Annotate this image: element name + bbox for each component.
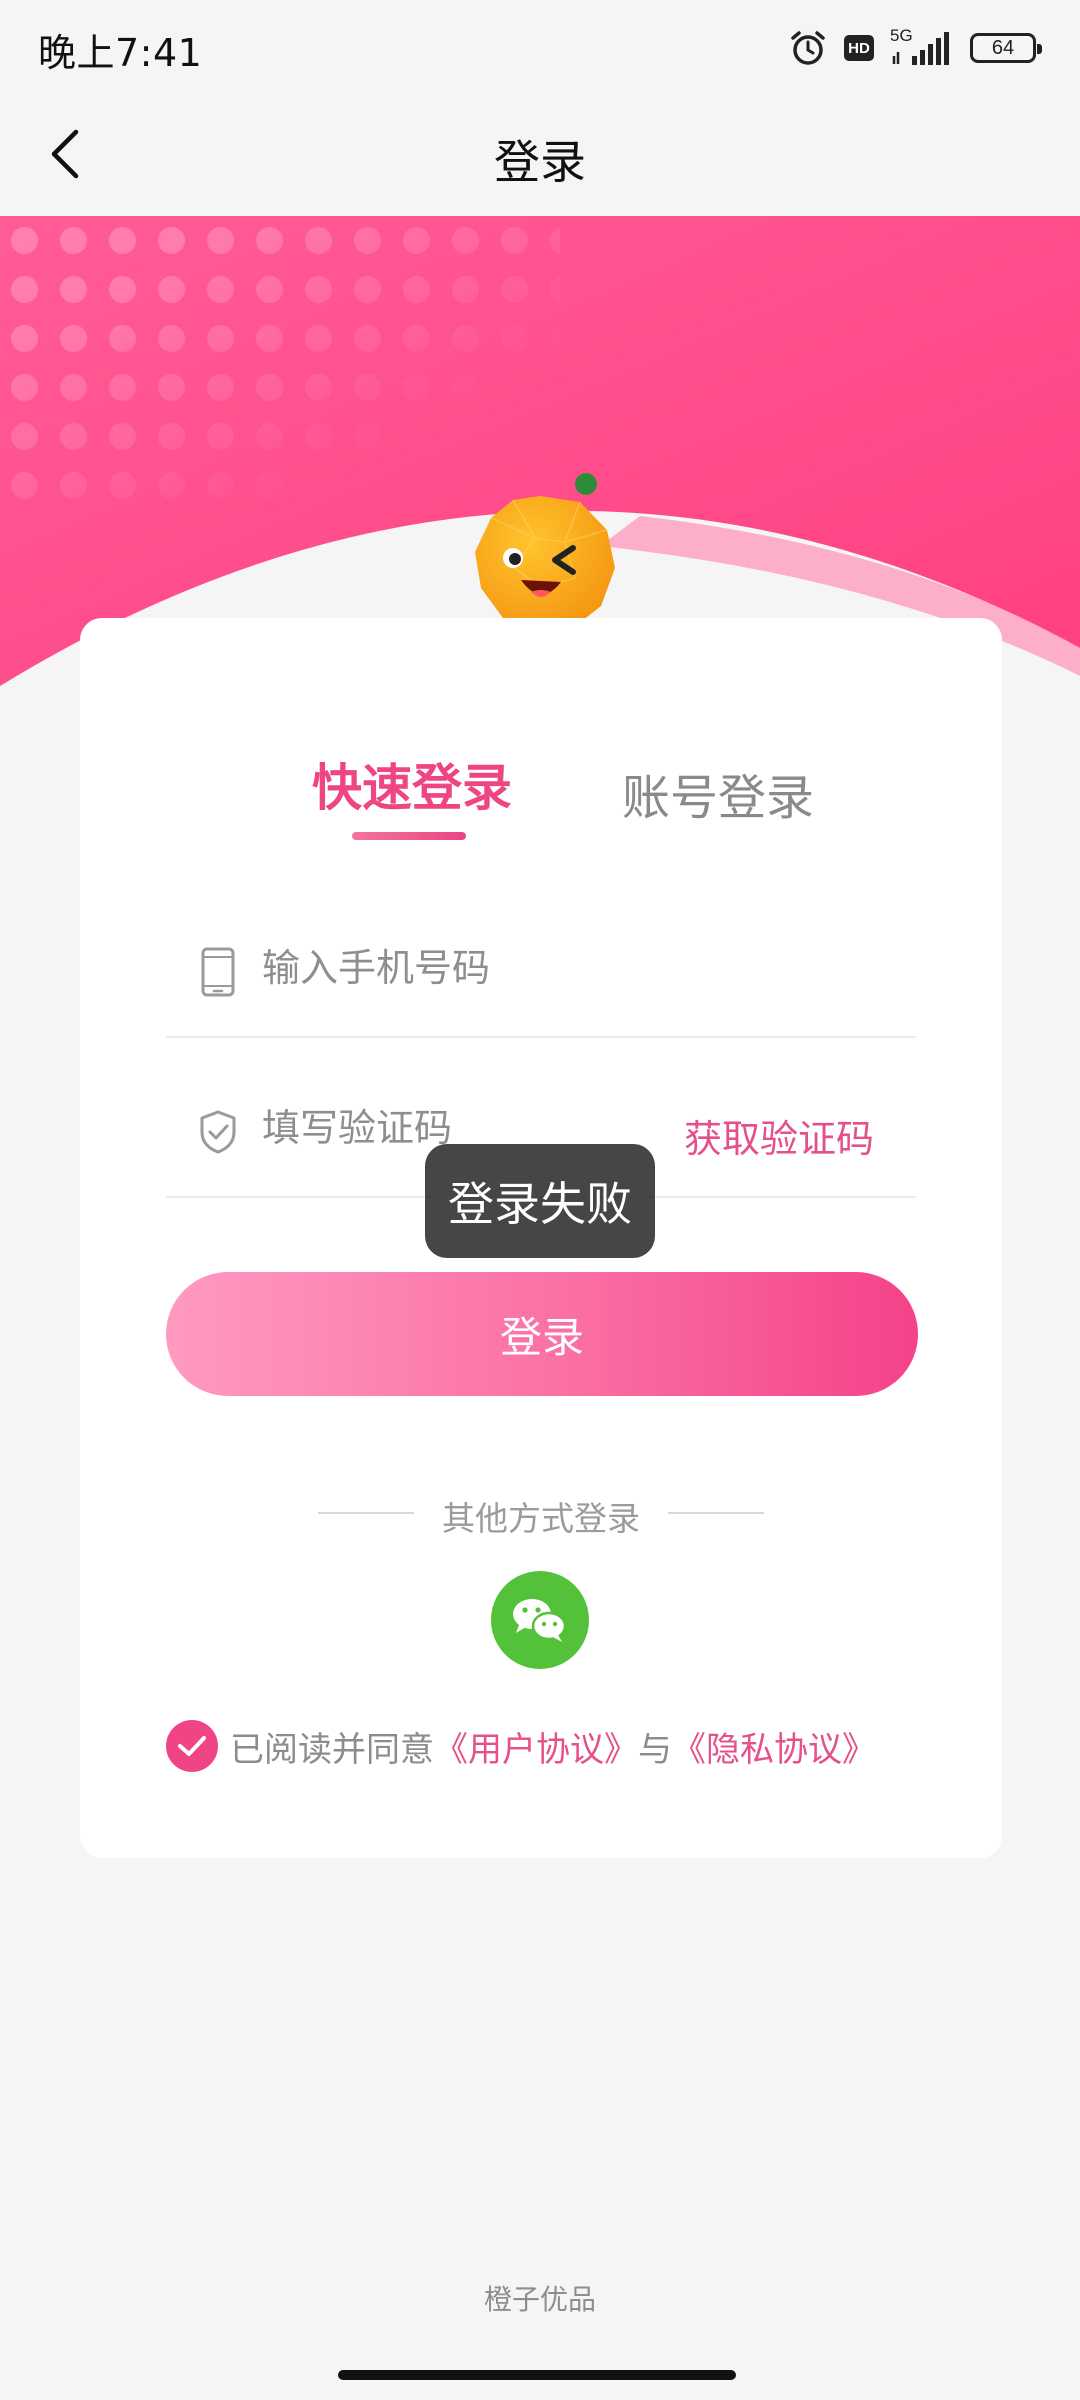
divider-line-right [668,1512,764,1514]
wechat-login-button[interactable] [491,1571,589,1669]
wechat-icon [513,1599,567,1642]
user-agreement-link[interactable]: 《用户协议》 [434,1722,638,1771]
phone-input[interactable] [262,938,782,998]
shield-icon [200,1110,236,1154]
brand-footer: 橙子优品 [483,2283,596,2316]
other-login-divider: 其他方式登录 [80,1488,1002,1538]
alarm-icon [791,31,825,65]
status-bar: 晚上7:41 HD 5G 64 [0,0,1080,96]
privacy-policy-link[interactable]: 《隐私协议》 [672,1722,876,1771]
check-icon [178,1736,206,1756]
battery-icon: 64 [970,33,1042,63]
tab-account-login[interactable]: 账号登录 [622,758,814,828]
login-card: 快速登录 账号登录 获取验证码 登录失败 登录 其他方式登录 [80,618,1002,1858]
agreement-checkbox[interactable] [166,1720,218,1772]
agreement-prefix: 已阅读并同意 [230,1729,434,1770]
get-code-button[interactable]: 获取验证码 [684,1108,874,1163]
signal-icon: 5G [890,27,954,68]
agreement-row: 已阅读并同意 《用户协议》 与 《隐私协议》 [166,1718,946,1774]
login-tabs: 快速登录 账号登录 [80,748,1002,858]
hd-badge: HD [844,35,874,61]
battery-level: 64 [991,36,1015,59]
home-indicator[interactable] [338,2370,736,2380]
status-icons: HD 5G 64 [788,26,1042,70]
phone-icon [201,947,235,997]
other-login-label: 其他方式登录 [442,1499,640,1538]
header: 登录 [0,96,1080,216]
status-time: 晚上7:41 [38,31,203,75]
agreement-and: 与 [638,1729,672,1770]
tab-quick-login[interactable]: 快速登录 [312,748,512,820]
phone-field [166,908,916,1038]
page-title: 登录 [494,135,586,189]
login-failed-toast: 登录失败 [425,1144,655,1258]
active-tab-indicator [352,832,466,840]
login-button[interactable]: 登录 [166,1272,918,1396]
